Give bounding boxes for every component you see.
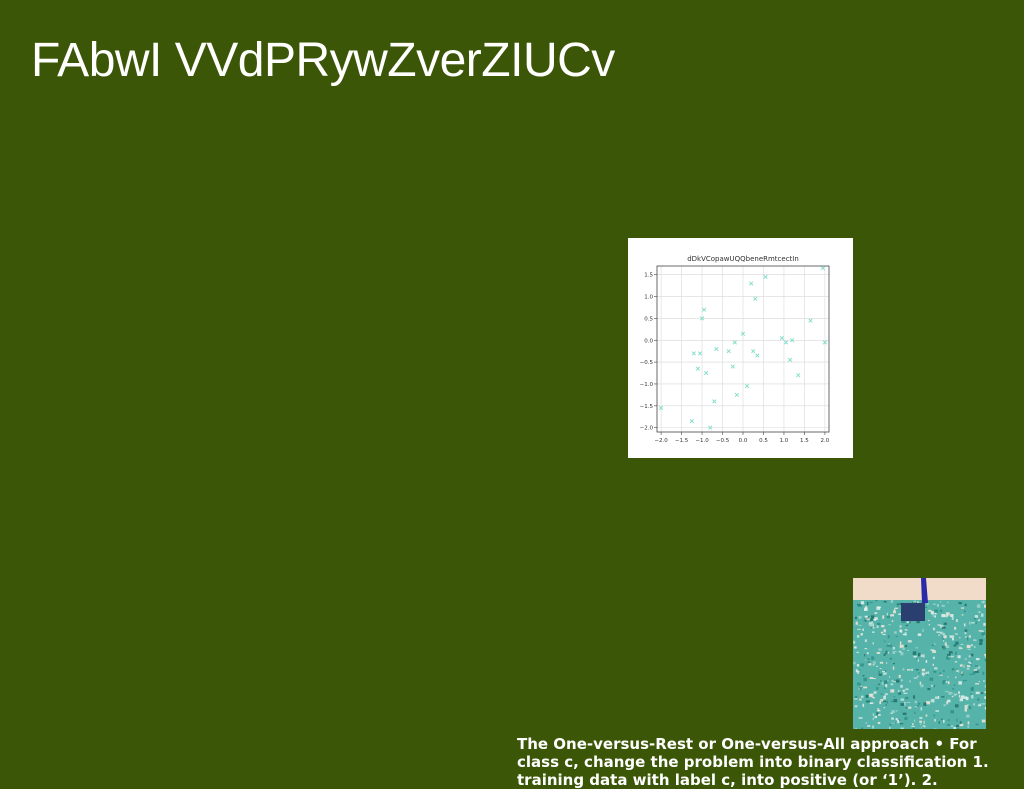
- y-tick-label: 0.0: [644, 338, 653, 344]
- chart-title: dDkVCopawUQQbeneRmtcectIn: [687, 255, 799, 263]
- y-tick-label: 1.5: [644, 273, 653, 279]
- scatter-chart-svg: dDkVCopawUQQbeneRmtcectIn −2.0 −1.5 −1.0 −0…: [628, 238, 853, 458]
- x-tick-label: −2.0: [654, 438, 668, 444]
- scatter-point: [821, 266, 825, 270]
- y-tick-label: −1.5: [640, 404, 654, 410]
- photo: [853, 578, 986, 729]
- photo-object: [901, 603, 925, 621]
- scatter-point: [731, 365, 735, 369]
- scatter-point: [796, 373, 800, 377]
- scatter-point: [727, 349, 731, 353]
- y-tick-label: −2.0: [640, 426, 654, 432]
- slide-title: FAbwI VVdPRywZverZIUCv: [31, 32, 615, 90]
- scatter-point: [715, 347, 719, 351]
- scatter-point: [809, 319, 813, 323]
- scatter-point: [696, 367, 700, 371]
- scatter-point: [788, 358, 792, 362]
- x-tick-label: 2.0: [821, 438, 830, 444]
- scatter-point: [733, 341, 737, 345]
- y-tick-label: −1.0: [640, 382, 654, 388]
- scatter-point: [735, 393, 739, 397]
- chart-grid: [657, 266, 829, 432]
- scatter-point: [784, 341, 788, 345]
- x-tick-label: −0.5: [716, 438, 730, 444]
- chart-ticks: −2.0 −1.5 −1.0 −0.5 0.0 0.5 1.0 1.5 2.0 1.5 1.0 0.5…: [640, 273, 830, 444]
- scatter-point: [704, 371, 708, 375]
- scatter-point: [698, 352, 702, 356]
- scatter-point: [713, 400, 717, 404]
- scatter-point: [751, 349, 755, 353]
- scatter-point: [745, 384, 749, 388]
- photo-svg: [853, 578, 986, 729]
- y-tick-label: 0.5: [644, 316, 653, 322]
- x-tick-label: −1.5: [675, 438, 689, 444]
- body-text: The One-versus-Rest or One-versus-All ap…: [517, 735, 1017, 789]
- x-tick-label: 0.5: [759, 438, 768, 444]
- scatter-point: [764, 275, 768, 279]
- y-tick-label: −0.5: [640, 360, 654, 366]
- scatter-point: [780, 336, 784, 340]
- scatter-chart: dDkVCopawUQQbeneRmtcectIn −2.0 −1.5 −1.0 −0…: [628, 238, 853, 458]
- scatter-point: [702, 308, 706, 312]
- scatter-point: [749, 282, 753, 286]
- scatter-point: [756, 354, 760, 358]
- y-tick-label: 1.0: [644, 295, 653, 301]
- x-tick-label: −1.0: [695, 438, 709, 444]
- x-tick-label: 0.0: [739, 438, 748, 444]
- scatter-point: [690, 419, 694, 423]
- x-tick-label: 1.5: [800, 438, 809, 444]
- scatter-point: [753, 297, 757, 301]
- x-tick-label: 1.0: [780, 438, 789, 444]
- scatter-point: [692, 352, 696, 356]
